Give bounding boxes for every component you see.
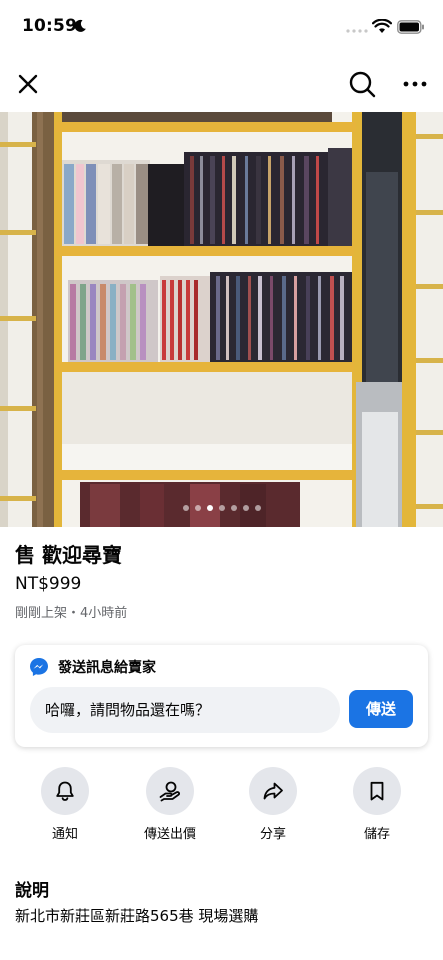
message-input[interactable]: 哈囉，請問物品還在嗎？ [30,687,340,733]
listing-photo[interactable] [0,112,443,527]
description-text: 新北市新莊區新莊路565巷 現場選購 [15,907,259,925]
gallery-dot[interactable] [194,505,201,511]
send-button[interactable]: 傳送 [349,690,413,728]
bookmark-icon [370,781,384,801]
send-offer-label: 傳送出價 [143,827,196,842]
save-label: 儲存 [363,827,390,842]
share-icon [263,782,283,800]
offer-icon [159,781,181,802]
message-header-label: 發送訊息給賣家 [58,660,156,676]
search-button[interactable] [348,70,376,98]
message-seller-card: 發送訊息給賣家 哈囉，請問物品還在嗎？ 傳送 [15,645,428,747]
listing-meta: 剛剛上架・4小時前 [15,606,128,621]
search-icon [349,71,376,98]
description-heading: 說明 [15,881,49,901]
share-button[interactable]: 分享 [223,767,323,842]
wifi-icon [372,19,392,33]
close-icon [18,74,38,94]
gallery-dots [0,505,443,511]
notify-button[interactable]: 通知 [15,767,115,842]
bookshelf-photo [0,112,443,527]
moon-icon [74,19,86,32]
status-bar: 10:59 [0,0,443,56]
messenger-icon [30,658,48,676]
gallery-dot[interactable] [254,505,261,511]
share-label: 分享 [259,827,286,842]
gallery-dot[interactable] [182,505,189,511]
gallery-dot[interactable] [230,505,237,511]
nav-bar [0,56,443,112]
save-button[interactable]: 儲存 [327,767,427,842]
signal-icon [346,29,368,33]
send-offer-button[interactable]: 傳送出價 [120,767,220,842]
message-header: 發送訊息給賣家 [29,657,156,677]
more-icon [403,81,427,87]
battery-icon [397,20,424,34]
gallery-dot[interactable] [218,505,225,511]
close-button[interactable] [14,70,42,98]
more-button[interactable] [401,70,429,98]
gallery-dot[interactable] [206,505,213,511]
listing-price: NT$999 [15,574,82,594]
listing-title: 售 歡迎尋寶 [15,543,122,567]
bell-icon [56,781,74,801]
status-time: 10:59 [22,16,78,36]
notify-label: 通知 [51,827,78,842]
action-bar: 通知 傳送出價 分享 儲存 [0,767,443,847]
gallery-dot[interactable] [242,505,249,511]
